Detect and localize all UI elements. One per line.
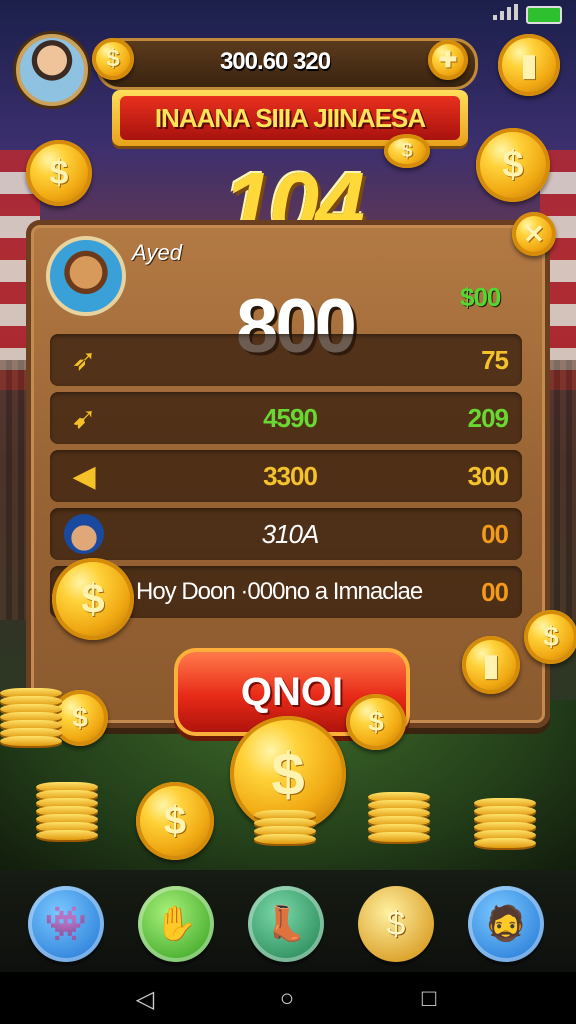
row-description: Hoy Doon ·000no a Imnaclae	[136, 578, 423, 605]
close-icon: ✕	[523, 218, 545, 249]
nav-character-button[interactable]: 🧔	[468, 886, 544, 962]
back-icon: ◁	[135, 985, 155, 1013]
character-icon	[64, 514, 104, 554]
coin-stack-icon: $	[386, 904, 406, 943]
coin-stack	[0, 688, 62, 746]
row-value	[200, 334, 380, 386]
back-button[interactable]: ◁	[130, 984, 160, 1014]
recents-button[interactable]: □	[414, 984, 444, 1014]
nav-hand-button[interactable]: ✋	[138, 886, 214, 962]
row-reward: 75	[481, 345, 509, 375]
arrow-icon: ➶	[71, 343, 97, 377]
status-bar	[0, 0, 576, 28]
row-reward: 00	[481, 519, 509, 549]
reward-row: 310A 00	[50, 508, 522, 560]
coin-icon: ▮	[498, 34, 560, 96]
nav-monster-button[interactable]: 👾	[28, 886, 104, 962]
close-button[interactable]: ✕	[512, 212, 556, 256]
coin-balance: 300.60 320	[219, 48, 331, 75]
home-icon: ○	[279, 985, 295, 1012]
bonus-value: $00	[460, 282, 501, 312]
boot-icon: 👢	[264, 905, 308, 943]
add-coins-button[interactable]: ✚	[428, 40, 468, 80]
monster-icon: 👾	[44, 905, 88, 943]
hand-icon: ✋	[154, 905, 198, 943]
plus-icon: ✚	[438, 47, 458, 72]
player-portrait	[46, 236, 126, 316]
coin-icon: $	[524, 610, 576, 664]
coin-icon: ▮	[462, 636, 520, 694]
reward-row: ➶ 75	[50, 334, 522, 386]
home-button[interactable]: ○	[272, 984, 302, 1014]
coin-stack	[474, 798, 536, 848]
nav-coins-button[interactable]: $	[358, 886, 434, 962]
player-name: Ayed	[132, 240, 182, 265]
row-reward: 00	[481, 577, 509, 607]
signal-icon	[493, 4, 518, 20]
coin-stack	[36, 782, 98, 840]
nav-boot-button[interactable]: 👢	[248, 886, 324, 962]
player-avatar[interactable]	[16, 34, 88, 106]
reward-row: ➹ 4590 209	[50, 392, 522, 444]
coin-icon: $	[346, 694, 406, 750]
coin-icon: $	[52, 558, 134, 640]
coin-stack	[254, 810, 316, 844]
row-reward: 209	[467, 403, 509, 433]
boot-icon: ➹	[71, 401, 97, 435]
coin-icon: $	[92, 38, 134, 80]
battery-icon	[526, 6, 562, 24]
coin-stack	[368, 792, 430, 842]
row-value: 310A	[261, 519, 320, 549]
reward-row: ◀ 3300 300	[50, 450, 522, 502]
row-value: 4590	[263, 403, 318, 433]
coin-icon: $	[26, 140, 92, 206]
coin-icon: $	[136, 782, 214, 860]
character-icon: 🧔	[484, 905, 528, 943]
row-reward: 300	[467, 461, 509, 491]
paper-plane-icon: ◀	[72, 459, 96, 493]
row-value: 3300	[263, 461, 318, 491]
recents-icon: □	[421, 985, 437, 1012]
stadium-stand-right	[548, 360, 576, 620]
coin-icon: $	[476, 128, 550, 202]
